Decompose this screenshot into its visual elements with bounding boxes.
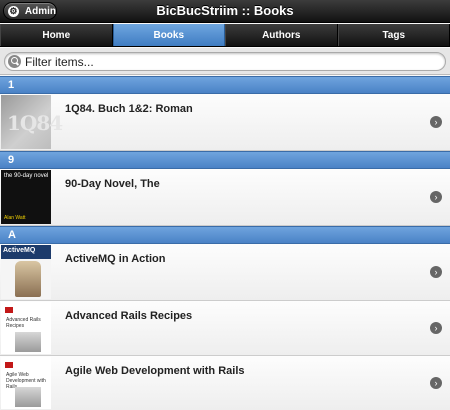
page-title: BicBucStriim :: Books: [156, 3, 294, 18]
search-icon: [8, 55, 21, 68]
book-title: 90-Day Novel, The: [65, 178, 160, 190]
book-title: ActiveMQ in Action: [65, 253, 166, 265]
filter-bar: [0, 48, 450, 75]
cover-title: the 90-day novel: [4, 173, 49, 179]
book-item[interactable]: 1Q84 1Q84. Buch 1&2: Roman ›: [0, 94, 450, 151]
filter-box: [4, 52, 446, 71]
cover-title: ActiveMQ: [3, 247, 36, 254]
chevron-right-icon: ›: [430, 116, 442, 128]
chevron-right-icon: ›: [430, 377, 442, 389]
book-cover-image: Advanced Rails Recipes: [1, 302, 51, 354]
tab-home[interactable]: Home: [0, 24, 113, 46]
book-list: 1 1Q84 1Q84. Buch 1&2: Roman › 9 the 90-…: [0, 76, 450, 410]
tab-authors[interactable]: Authors: [225, 24, 338, 46]
book-item[interactable]: the 90-day novel Alan Watt 90-Day Novel,…: [0, 169, 450, 226]
cover-title: 1Q84: [7, 111, 63, 135]
chevron-right-icon: ›: [430, 322, 442, 334]
cover-author: Alan Watt: [4, 215, 26, 221]
chevron-right-icon: ›: [430, 266, 442, 278]
book-title: Agile Web Development with Rails: [65, 365, 245, 377]
book-item[interactable]: Advanced Rails Recipes Advanced Rails Re…: [0, 301, 450, 356]
tab-books[interactable]: Books: [112, 24, 225, 46]
book-cover-image: 1Q84: [1, 95, 63, 149]
filter-input[interactable]: [25, 54, 425, 69]
book-item[interactable]: Agile Web Development with Rails Agile W…: [0, 356, 450, 410]
book-cover-image: ActiveMQ: [1, 245, 51, 299]
nav-bar: Home Books Authors Tags: [0, 24, 450, 47]
book-title: Advanced Rails Recipes: [65, 310, 193, 322]
list-divider-9: 9: [0, 151, 450, 169]
chevron-right-icon: ›: [430, 191, 442, 203]
list-divider-1: 1: [0, 76, 450, 94]
cover-title: Advanced Rails Recipes: [6, 317, 41, 329]
tab-tags[interactable]: Tags: [337, 24, 450, 46]
list-divider-a: A: [0, 226, 450, 244]
book-cover-image: Agile Web Development with Rails: [1, 357, 51, 409]
book-title: 1Q84. Buch 1&2: Roman: [65, 103, 193, 115]
book-cover-image: the 90-day novel Alan Watt: [1, 170, 51, 224]
app-header: ⚙ Admin BicBucStriim :: Books: [0, 0, 450, 23]
book-item[interactable]: ActiveMQ ActiveMQ in Action ›: [0, 244, 450, 301]
